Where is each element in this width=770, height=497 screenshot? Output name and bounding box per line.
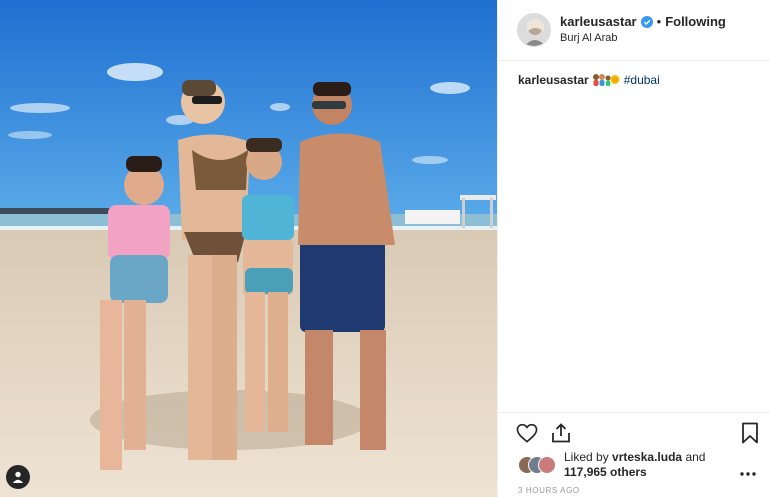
following-button[interactable]: Following bbox=[665, 14, 726, 30]
bookmark-icon bbox=[742, 422, 758, 444]
liked-by-prefix: Liked by bbox=[564, 450, 609, 464]
liker-avatars bbox=[518, 456, 556, 474]
likes-count-link[interactable]: 117,965 others bbox=[564, 465, 647, 479]
likes-summary: Liked by vrteska.luda and 117,965 others bbox=[518, 450, 705, 480]
action-bar bbox=[498, 412, 770, 452]
beach-family-photo bbox=[0, 0, 497, 497]
more-options-icon[interactable] bbox=[740, 470, 756, 478]
liked-by-joiner: and bbox=[685, 450, 706, 464]
liker-avatar bbox=[538, 456, 556, 474]
post-timestamp[interactable]: 3 HOURS AGO bbox=[518, 486, 580, 495]
username-link[interactable]: karleusastar bbox=[560, 14, 637, 30]
share-icon bbox=[552, 423, 570, 443]
verified-badge-icon bbox=[640, 16, 653, 28]
separator-dot: • bbox=[656, 14, 662, 29]
liker-username-link[interactable]: vrteska.luda bbox=[612, 450, 682, 464]
caption-username-link[interactable]: karleusastar bbox=[518, 73, 589, 87]
family-emoji bbox=[592, 73, 620, 90]
tagged-users-button[interactable] bbox=[6, 465, 30, 489]
hashtag-link[interactable]: #dubai bbox=[624, 73, 660, 87]
share-button[interactable] bbox=[549, 421, 573, 445]
profile-photo bbox=[518, 14, 550, 46]
post-header: karleusastar • Following Burj Al Arab bbox=[498, 0, 770, 61]
location-link[interactable]: Burj Al Arab bbox=[560, 30, 726, 46]
heart-icon bbox=[516, 423, 538, 443]
save-button[interactable] bbox=[738, 421, 762, 445]
person-icon bbox=[12, 471, 24, 483]
avatar[interactable] bbox=[517, 13, 551, 47]
post-photo[interactable] bbox=[0, 0, 497, 497]
caption: karleusastar #dubai bbox=[518, 72, 660, 90]
post-side-panel: karleusastar • Following Burj Al Arab ka… bbox=[497, 0, 770, 497]
like-button[interactable] bbox=[515, 421, 539, 445]
